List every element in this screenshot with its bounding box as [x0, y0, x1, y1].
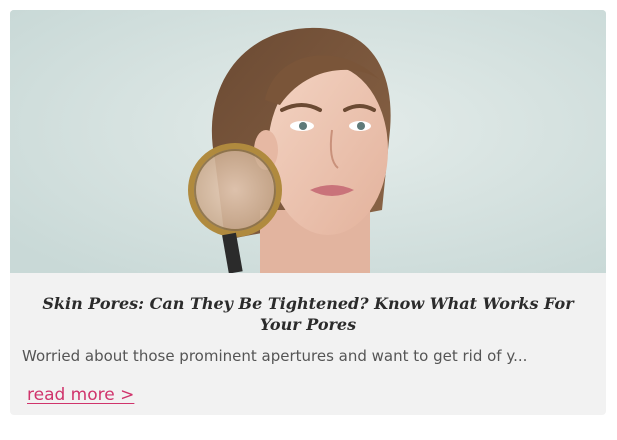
article-card: Skin Pores: Can They Be Tightened? Know … [10, 10, 606, 415]
read-more-link[interactable]: read more > [27, 384, 134, 406]
woman-with-magnifying-glass-image [10, 10, 606, 273]
article-image[interactable] [10, 10, 606, 273]
article-title[interactable]: Skin Pores: Can They Be Tightened? Know … [34, 293, 582, 335]
article-excerpt: Worried about those prominent apertures … [22, 347, 528, 365]
